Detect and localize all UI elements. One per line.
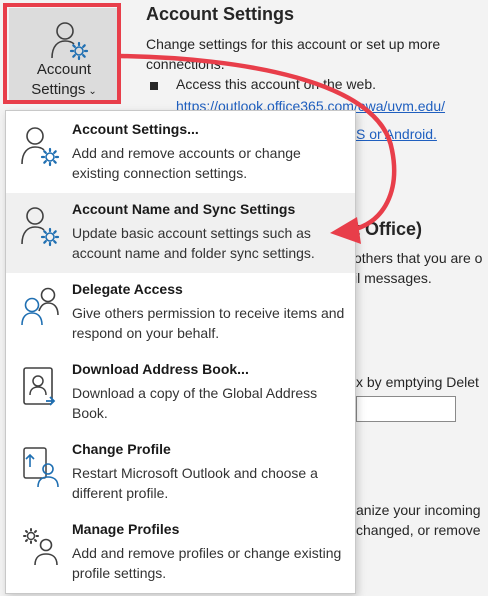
background-text: anize your incoming	[356, 502, 481, 518]
background-text: changed, or remove	[356, 522, 481, 538]
chevron-down-icon: ⌄	[88, 86, 97, 97]
background-text: others that you are o	[354, 250, 483, 266]
menu-item-account-settings[interactable]: Account Settings... Add and remove accou…	[6, 113, 355, 193]
account-settings-button[interactable]: Account Settings ⌄	[9, 8, 119, 102]
menu-item-title: Delegate Access	[72, 281, 183, 297]
change-profile-icon	[23, 447, 59, 488]
mobile-link[interactable]: S or Android.	[356, 126, 437, 142]
people-icon	[21, 287, 59, 326]
person-gear-icon	[21, 207, 60, 247]
bullet-text: Access this account on the web.	[176, 76, 376, 92]
menu-item-description: Add and remove profiles or change existi…	[72, 545, 342, 581]
menu-item-description: Download a copy of the Global Address Bo…	[72, 385, 318, 421]
manage-profiles-icon	[23, 528, 58, 566]
menu-item-account-name-sync[interactable]: Account Name and Sync Settings Update ba…	[6, 193, 355, 273]
menu-item-delegate-access[interactable]: Delegate Access Give others permission t…	[6, 273, 355, 353]
background-input[interactable]	[356, 396, 456, 422]
account-settings-button-label: Account Settings ⌄	[9, 60, 119, 102]
menu-item-title: Account Name and Sync Settings	[72, 201, 296, 217]
account-settings-label-line1: Account	[36, 61, 92, 78]
page-title: Account Settings	[146, 4, 295, 24]
background-text: x by emptying Delet	[356, 374, 479, 390]
person-gear-icon	[21, 127, 60, 167]
menu-item-description: Update basic account settings such as ac…	[72, 225, 315, 261]
menu-item-title: Account Settings...	[72, 121, 199, 137]
menu-item-manage-profiles[interactable]: Manage Profiles Add and remove profiles …	[6, 513, 355, 593]
bullet-marker	[150, 82, 158, 90]
menu-item-change-profile[interactable]: Change Profile Restart Microsoft Outlook…	[6, 433, 355, 513]
page-description: Change settings for this account or set …	[146, 36, 441, 72]
section-heading: t Office)	[354, 219, 423, 239]
menu-item-title: Manage Profiles	[72, 521, 180, 537]
menu-item-description: Give others permission to receive items …	[72, 305, 345, 341]
account-settings-dropdown: Account Settings... Add and remove accou…	[5, 110, 356, 594]
menu-item-title: Download Address Book...	[72, 361, 249, 377]
menu-item-description: Restart Microsoft Outlook and choose a d…	[72, 465, 318, 501]
background-text: il messages.	[354, 270, 432, 286]
person-gear-icon	[51, 22, 89, 61]
menu-item-title: Change Profile	[72, 441, 171, 457]
menu-item-download-address-book[interactable]: Download Address Book... Download a copy…	[6, 353, 355, 433]
address-book-icon	[23, 367, 56, 406]
account-settings-label-line2: Settings	[31, 81, 86, 98]
menu-item-description: Add and remove accounts or change existi…	[72, 145, 301, 181]
